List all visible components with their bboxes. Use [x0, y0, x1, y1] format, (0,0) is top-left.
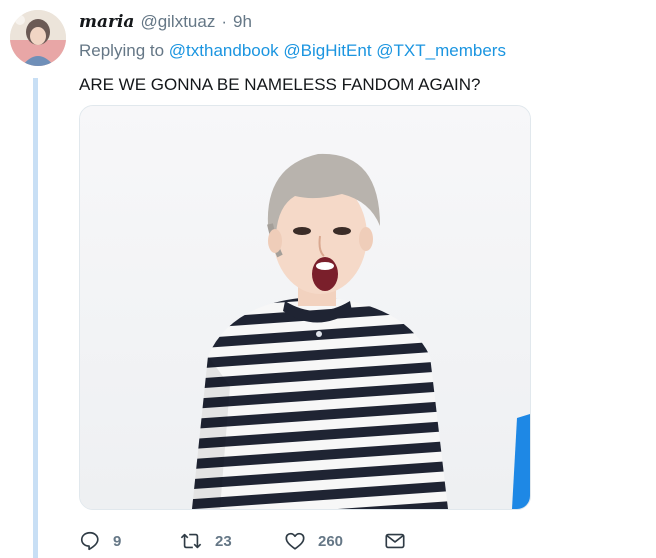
tweet-media-image[interactable] — [79, 105, 531, 510]
reply-count: 9 — [113, 532, 122, 550]
timestamp[interactable]: 9h — [233, 12, 252, 32]
envelope-icon — [385, 533, 405, 549]
tweet-text: ARE WE GONNA BE NAMELESS FANDOM AGAIN? — [79, 75, 481, 94]
user-handle[interactable]: @gilxtuaz — [140, 12, 215, 32]
mention-bighitent[interactable]: @BigHitEnt — [283, 41, 371, 60]
mention-txthandbook[interactable]: @txthandbook — [169, 41, 279, 60]
retweet-count: 23 — [215, 532, 232, 550]
photo-surprised-person — [80, 106, 530, 509]
reply-button[interactable]: 9 — [79, 530, 179, 552]
display-name[interactable]: maria — [79, 12, 134, 32]
like-button[interactable]: 260 — [284, 530, 384, 552]
mention-txt-members[interactable]: @TXT_members — [376, 41, 506, 60]
separator-dot: · — [221, 12, 228, 31]
tweet-actions: 9 23 260 — [79, 528, 439, 554]
direct-message-button[interactable] — [384, 531, 406, 551]
tweet-header: maria @gilxtuaz · 9h — [79, 12, 252, 34]
like-count: 260 — [318, 532, 344, 550]
retweet-button[interactable]: 23 — [179, 530, 284, 552]
reply-icon — [80, 531, 99, 551]
replying-to: Replying to @txthandbook @BigHitEnt @TXT… — [79, 41, 506, 61]
retweet-icon — [180, 533, 202, 549]
avatar[interactable] — [10, 10, 66, 66]
thread-connector-line — [33, 78, 38, 558]
replying-to-label: Replying to — [79, 41, 165, 60]
heart-icon — [285, 532, 305, 550]
avatar-image — [10, 10, 66, 66]
